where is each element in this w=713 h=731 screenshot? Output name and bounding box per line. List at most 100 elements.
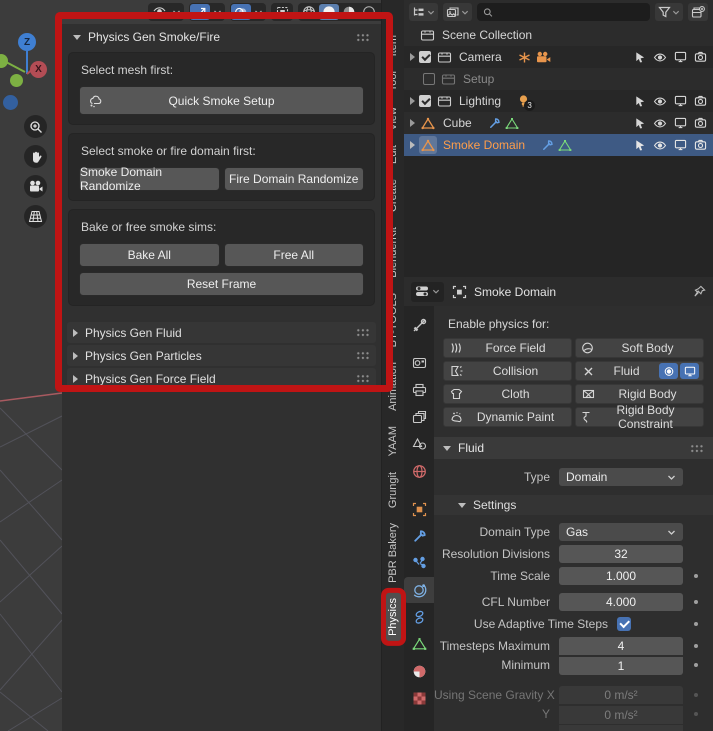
checkbox-checked[interactable] [419, 95, 431, 107]
camera-view-button[interactable] [24, 175, 47, 198]
show-gizmos-toggle[interactable] [190, 4, 210, 20]
tab-particles-properties[interactable] [404, 550, 434, 576]
overlays-dropdown[interactable] [251, 4, 265, 20]
reset-frame-button[interactable]: Reset Frame [79, 272, 364, 296]
expander-icon[interactable] [410, 97, 415, 105]
tab-material-properties[interactable] [404, 658, 434, 684]
animate-dot[interactable] [694, 663, 698, 667]
visibility-dropdown[interactable] [169, 4, 183, 20]
fire-domain-randomize-button[interactable]: Fire Domain Randomize [223, 167, 364, 191]
hide-viewport-icon[interactable] [653, 118, 667, 129]
gizmo-z-neg-ball[interactable] [3, 95, 18, 110]
outliner-search[interactable] [477, 3, 650, 21]
free-all-button[interactable]: Free All [223, 243, 364, 267]
panel-drag-dots-icon[interactable] [356, 328, 370, 337]
tab-tool-properties[interactable] [404, 312, 434, 338]
panel-header-particles-gen[interactable]: Physics Gen Particles [67, 345, 376, 366]
checkbox-unchecked[interactable] [423, 73, 435, 85]
disable-viewport-icon[interactable] [674, 95, 687, 107]
toggle-ortho-button[interactable] [24, 205, 47, 228]
panel-drag-dots-icon[interactable] [356, 32, 370, 42]
tab-view[interactable]: View [386, 102, 401, 136]
resolution-field[interactable]: 32 [559, 545, 683, 563]
display-mode-dropdown[interactable] [409, 3, 438, 21]
show-overlays-toggle[interactable] [231, 4, 251, 20]
tab-pbr-bakery[interactable]: PBR Bakery [386, 518, 401, 588]
disable-viewport-icon[interactable] [674, 51, 687, 63]
disable-render-icon[interactable] [694, 95, 707, 107]
quick-smoke-setup-button[interactable]: Quick Smoke Setup [79, 86, 364, 115]
expander-icon[interactable] [410, 119, 415, 127]
editor-type-dropdown[interactable] [411, 281, 444, 302]
soft-body-button[interactable]: Soft Body [575, 338, 704, 358]
tab-constraints-properties[interactable] [404, 604, 434, 630]
selectable-icon[interactable] [634, 139, 646, 151]
selectable-icon[interactable] [634, 117, 646, 129]
cloth-button[interactable]: Cloth [443, 384, 572, 404]
selectable-icon[interactable] [634, 95, 646, 107]
tab-object-data-properties[interactable] [404, 631, 434, 657]
cfl-field[interactable]: 4.000 [559, 593, 683, 611]
fluid-render-toggle[interactable] [659, 363, 678, 379]
xray-toggle[interactable] [272, 4, 292, 20]
filter-dropdown[interactable] [655, 3, 683, 21]
tab-scene-properties[interactable] [404, 431, 434, 457]
gravity-y-field[interactable]: 0 m/s² [559, 705, 683, 724]
pin-icon[interactable] [693, 285, 706, 298]
timesteps-max-field[interactable]: 4 [559, 637, 683, 655]
time-scale-field[interactable]: 1.000 [559, 567, 683, 585]
outliner-row-cube[interactable]: Cube [404, 112, 713, 134]
disable-render-icon[interactable] [694, 117, 707, 129]
expander-icon[interactable] [410, 141, 415, 149]
hide-viewport-icon[interactable] [653, 96, 667, 107]
viewport-3d[interactable]: Z X Physics Gen Smoke/Fire Select mesh f… [0, 0, 404, 731]
outliner-row-smoke-domain[interactable]: Smoke Domain [404, 134, 713, 156]
rigid-body-button[interactable]: Rigid Body [575, 384, 704, 404]
tab-by-tools[interactable]: BY-TOOLS [386, 288, 401, 352]
panel-drag-dots-icon[interactable] [690, 443, 704, 453]
shading-material[interactable] [339, 4, 359, 20]
search-input[interactable] [497, 6, 644, 18]
pan-button[interactable] [24, 145, 47, 168]
expander-icon[interactable] [410, 53, 415, 61]
adaptive-steps-checkbox[interactable] [617, 617, 631, 631]
shading-solid[interactable] [319, 4, 339, 20]
shading-wireframe[interactable] [299, 4, 319, 20]
tab-object-properties[interactable] [404, 496, 434, 522]
shading-rendered[interactable] [359, 4, 379, 20]
animate-dot[interactable] [694, 600, 698, 604]
panel-drag-dots-icon[interactable] [356, 351, 370, 360]
tab-tool[interactable]: Tool [386, 66, 401, 96]
visibility-toggle[interactable] [149, 4, 169, 20]
animate-dot[interactable] [694, 622, 698, 626]
tab-physics[interactable]: Physics [385, 592, 401, 641]
outliner-row-scene-collection[interactable]: Scene Collection [404, 24, 713, 46]
domain-type-dropdown[interactable]: Gas [559, 523, 683, 541]
disable-render-icon[interactable] [694, 51, 707, 63]
tab-world-properties[interactable] [404, 458, 434, 484]
zoom-button[interactable] [24, 115, 47, 138]
outliner-row-setup[interactable]: Setup [404, 68, 713, 90]
animate-dot[interactable] [694, 712, 698, 716]
disable-viewport-icon[interactable] [674, 139, 687, 151]
bake-all-button[interactable]: Bake All [79, 243, 220, 267]
panel-header-smoke-fire[interactable]: Physics Gen Smoke/Fire [67, 26, 376, 48]
tab-create[interactable]: Create [386, 174, 401, 217]
panel-header-forcefield-gen[interactable]: Physics Gen Force Field [67, 368, 376, 389]
id-filter-dropdown[interactable] [443, 3, 472, 21]
tab-physics-properties[interactable] [404, 577, 434, 603]
checkbox-checked[interactable] [419, 51, 431, 63]
gravity-x-field[interactable]: 0 m/s² [559, 686, 683, 704]
disable-viewport-icon[interactable] [674, 117, 687, 129]
collision-button[interactable]: Collision [443, 361, 572, 381]
tab-animation[interactable]: Animation [386, 357, 401, 416]
tab-modifier-properties[interactable] [404, 523, 434, 549]
selectable-icon[interactable] [634, 51, 646, 63]
animate-dot[interactable] [694, 574, 698, 578]
gravity-z-field[interactable] [559, 724, 683, 731]
outliner-row-lighting[interactable]: Lighting 3 [404, 90, 713, 112]
smoke-domain-randomize-button[interactable]: Smoke Domain Randomize [79, 165, 220, 193]
gizmo-z-ball[interactable]: Z [18, 33, 36, 51]
gizmo-y-ball[interactable] [10, 74, 23, 87]
dynamic-paint-button[interactable]: Dynamic Paint [443, 407, 572, 427]
